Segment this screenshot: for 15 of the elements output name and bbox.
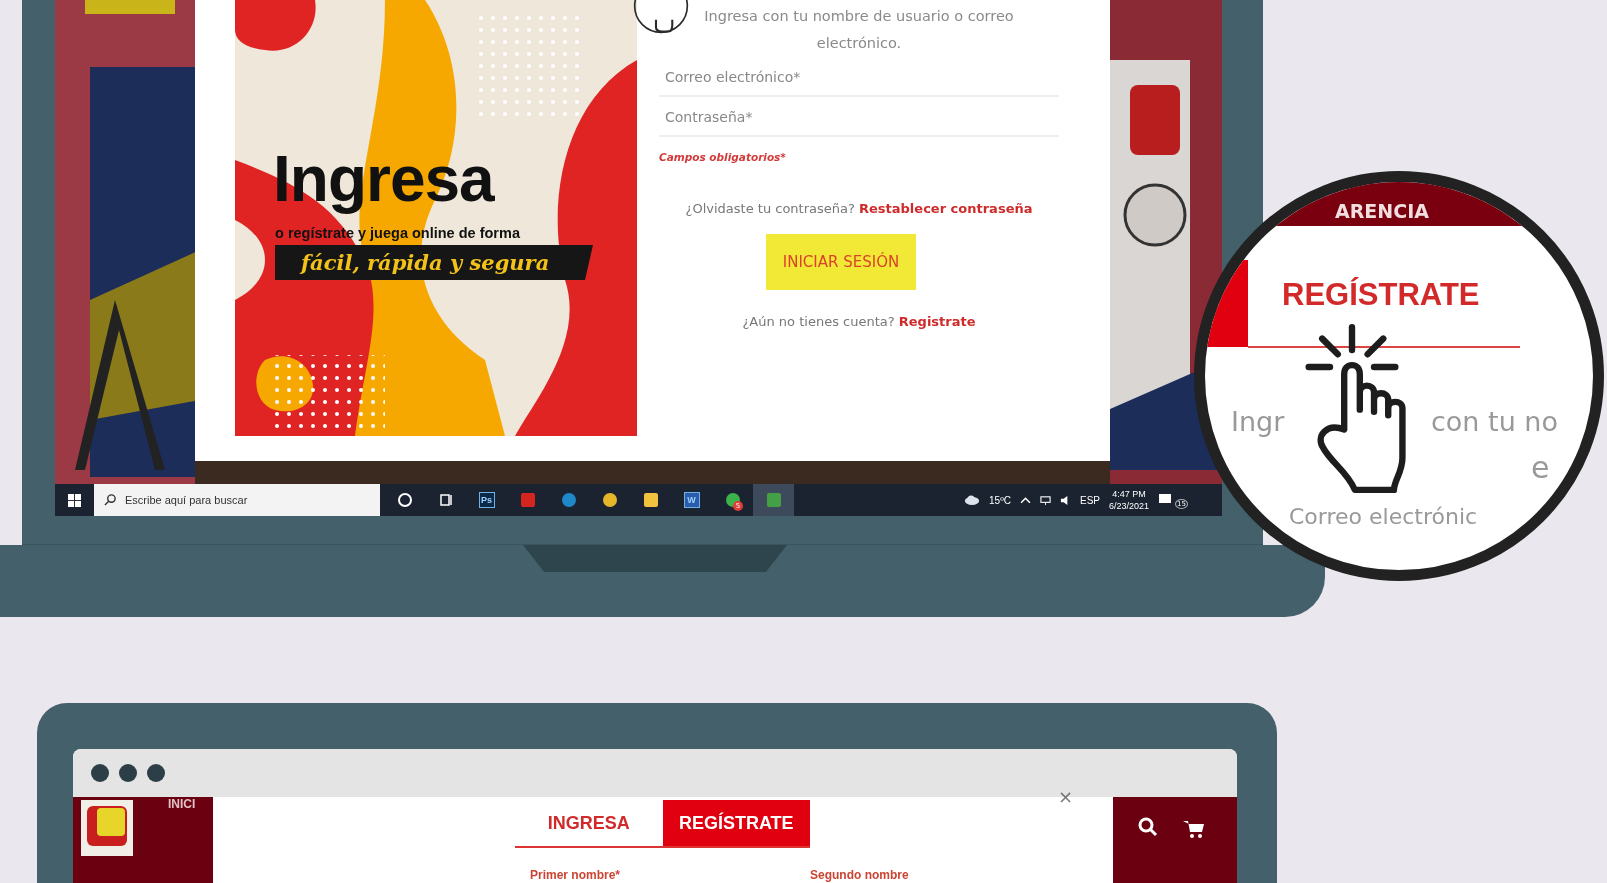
nav-link[interactable]: INICI xyxy=(168,798,196,810)
zoomed-text: Ingr xyxy=(1231,406,1285,437)
zoomed-text: Correo electrónic xyxy=(1289,504,1478,529)
zoomed-text: e xyxy=(1531,450,1550,485)
search-icon[interactable] xyxy=(1138,817,1158,837)
field-label: Segundo nombre xyxy=(810,868,909,882)
window-dots-icon xyxy=(91,763,165,783)
tab[interactable]: REGÍSTRATE xyxy=(662,800,810,846)
cart-icon[interactable] xyxy=(1183,819,1205,839)
register-tab-label: REGÍSTRATE xyxy=(1282,277,1480,313)
field-label: Primer nombre* xyxy=(530,868,621,882)
logo-icon[interactable] xyxy=(81,800,133,856)
zoomed-text: con tu no xyxy=(1431,406,1558,437)
nav-text: ARENCIA xyxy=(1335,200,1429,222)
close-button[interactable]: × xyxy=(1057,788,1073,806)
